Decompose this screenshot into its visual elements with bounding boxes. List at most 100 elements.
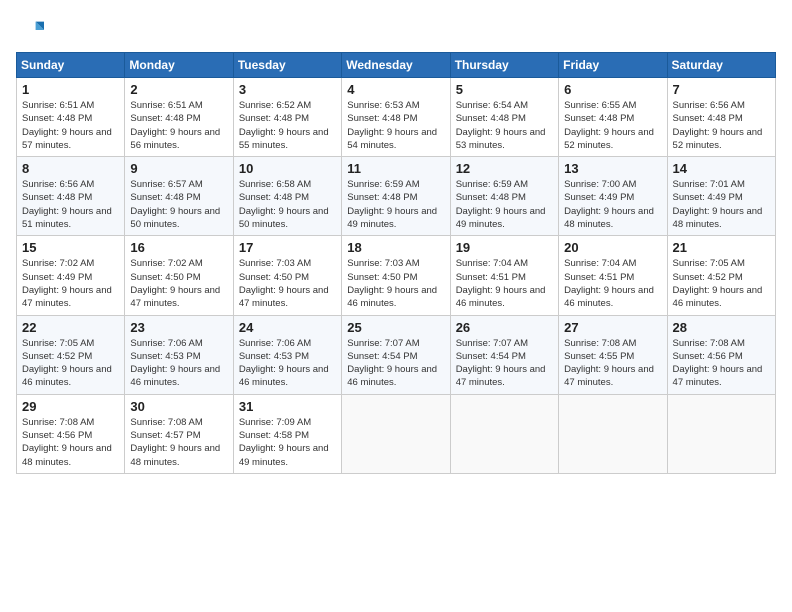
day-info: Sunrise: 6:55 AM Sunset: 4:48 PM Dayligh… — [564, 99, 661, 152]
calendar-cell: 23 Sunrise: 7:06 AM Sunset: 4:53 PM Dayl… — [125, 315, 233, 394]
day-number: 13 — [564, 161, 661, 176]
calendar-cell: 8 Sunrise: 6:56 AM Sunset: 4:48 PM Dayli… — [17, 157, 125, 236]
day-info: Sunrise: 7:02 AM Sunset: 4:49 PM Dayligh… — [22, 257, 119, 310]
day-info: Sunrise: 6:56 AM Sunset: 4:48 PM Dayligh… — [22, 178, 119, 231]
calendar-cell: 27 Sunrise: 7:08 AM Sunset: 4:55 PM Dayl… — [559, 315, 667, 394]
day-info: Sunrise: 7:03 AM Sunset: 4:50 PM Dayligh… — [347, 257, 444, 310]
day-number: 25 — [347, 320, 444, 335]
calendar-cell: 9 Sunrise: 6:57 AM Sunset: 4:48 PM Dayli… — [125, 157, 233, 236]
calendar-cell: 28 Sunrise: 7:08 AM Sunset: 4:56 PM Dayl… — [667, 315, 775, 394]
calendar-cell: 2 Sunrise: 6:51 AM Sunset: 4:48 PM Dayli… — [125, 78, 233, 157]
calendar-cell: 19 Sunrise: 7:04 AM Sunset: 4:51 PM Dayl… — [450, 236, 558, 315]
day-info: Sunrise: 6:51 AM Sunset: 4:48 PM Dayligh… — [130, 99, 227, 152]
day-info: Sunrise: 7:08 AM Sunset: 4:56 PM Dayligh… — [22, 416, 119, 469]
calendar-cell: 22 Sunrise: 7:05 AM Sunset: 4:52 PM Dayl… — [17, 315, 125, 394]
day-number: 10 — [239, 161, 336, 176]
day-info: Sunrise: 6:59 AM Sunset: 4:48 PM Dayligh… — [456, 178, 553, 231]
day-number: 6 — [564, 82, 661, 97]
day-number: 15 — [22, 240, 119, 255]
calendar-cell: 15 Sunrise: 7:02 AM Sunset: 4:49 PM Dayl… — [17, 236, 125, 315]
day-info: Sunrise: 7:07 AM Sunset: 4:54 PM Dayligh… — [456, 337, 553, 390]
day-info: Sunrise: 6:59 AM Sunset: 4:48 PM Dayligh… — [347, 178, 444, 231]
day-info: Sunrise: 7:00 AM Sunset: 4:49 PM Dayligh… — [564, 178, 661, 231]
day-info: Sunrise: 7:02 AM Sunset: 4:50 PM Dayligh… — [130, 257, 227, 310]
day-info: Sunrise: 7:08 AM Sunset: 4:56 PM Dayligh… — [673, 337, 770, 390]
day-number: 23 — [130, 320, 227, 335]
calendar-cell: 29 Sunrise: 7:08 AM Sunset: 4:56 PM Dayl… — [17, 394, 125, 473]
calendar-cell: 3 Sunrise: 6:52 AM Sunset: 4:48 PM Dayli… — [233, 78, 341, 157]
day-number: 17 — [239, 240, 336, 255]
day-info: Sunrise: 7:06 AM Sunset: 4:53 PM Dayligh… — [239, 337, 336, 390]
day-number: 21 — [673, 240, 770, 255]
day-number: 3 — [239, 82, 336, 97]
day-number: 1 — [22, 82, 119, 97]
day-header: Saturday — [667, 53, 775, 78]
day-number: 29 — [22, 399, 119, 414]
day-info: Sunrise: 6:57 AM Sunset: 4:48 PM Dayligh… — [130, 178, 227, 231]
calendar-cell: 18 Sunrise: 7:03 AM Sunset: 4:50 PM Dayl… — [342, 236, 450, 315]
day-info: Sunrise: 6:56 AM Sunset: 4:48 PM Dayligh… — [673, 99, 770, 152]
day-info: Sunrise: 7:05 AM Sunset: 4:52 PM Dayligh… — [673, 257, 770, 310]
day-number: 9 — [130, 161, 227, 176]
day-header: Monday — [125, 53, 233, 78]
calendar-cell — [450, 394, 558, 473]
calendar: SundayMondayTuesdayWednesdayThursdayFrid… — [16, 52, 776, 474]
day-number: 2 — [130, 82, 227, 97]
calendar-cell: 25 Sunrise: 7:07 AM Sunset: 4:54 PM Dayl… — [342, 315, 450, 394]
calendar-cell: 30 Sunrise: 7:08 AM Sunset: 4:57 PM Dayl… — [125, 394, 233, 473]
day-number: 27 — [564, 320, 661, 335]
calendar-cell — [667, 394, 775, 473]
logo — [16, 16, 48, 44]
day-number: 24 — [239, 320, 336, 335]
calendar-cell: 1 Sunrise: 6:51 AM Sunset: 4:48 PM Dayli… — [17, 78, 125, 157]
calendar-cell: 6 Sunrise: 6:55 AM Sunset: 4:48 PM Dayli… — [559, 78, 667, 157]
day-number: 12 — [456, 161, 553, 176]
day-number: 4 — [347, 82, 444, 97]
calendar-cell: 4 Sunrise: 6:53 AM Sunset: 4:48 PM Dayli… — [342, 78, 450, 157]
calendar-cell: 13 Sunrise: 7:00 AM Sunset: 4:49 PM Dayl… — [559, 157, 667, 236]
day-header: Tuesday — [233, 53, 341, 78]
day-number: 14 — [673, 161, 770, 176]
day-number: 19 — [456, 240, 553, 255]
day-info: Sunrise: 6:58 AM Sunset: 4:48 PM Dayligh… — [239, 178, 336, 231]
logo-icon — [16, 16, 44, 44]
day-number: 11 — [347, 161, 444, 176]
calendar-cell — [559, 394, 667, 473]
day-info: Sunrise: 7:04 AM Sunset: 4:51 PM Dayligh… — [564, 257, 661, 310]
day-info: Sunrise: 7:03 AM Sunset: 4:50 PM Dayligh… — [239, 257, 336, 310]
day-info: Sunrise: 7:04 AM Sunset: 4:51 PM Dayligh… — [456, 257, 553, 310]
day-info: Sunrise: 7:05 AM Sunset: 4:52 PM Dayligh… — [22, 337, 119, 390]
calendar-cell: 16 Sunrise: 7:02 AM Sunset: 4:50 PM Dayl… — [125, 236, 233, 315]
day-number: 22 — [22, 320, 119, 335]
calendar-cell: 14 Sunrise: 7:01 AM Sunset: 4:49 PM Dayl… — [667, 157, 775, 236]
day-info: Sunrise: 6:54 AM Sunset: 4:48 PM Dayligh… — [456, 99, 553, 152]
calendar-cell: 20 Sunrise: 7:04 AM Sunset: 4:51 PM Dayl… — [559, 236, 667, 315]
day-info: Sunrise: 6:52 AM Sunset: 4:48 PM Dayligh… — [239, 99, 336, 152]
day-info: Sunrise: 6:51 AM Sunset: 4:48 PM Dayligh… — [22, 99, 119, 152]
calendar-cell: 26 Sunrise: 7:07 AM Sunset: 4:54 PM Dayl… — [450, 315, 558, 394]
day-number: 31 — [239, 399, 336, 414]
day-info: Sunrise: 7:01 AM Sunset: 4:49 PM Dayligh… — [673, 178, 770, 231]
calendar-cell: 21 Sunrise: 7:05 AM Sunset: 4:52 PM Dayl… — [667, 236, 775, 315]
calendar-cell: 5 Sunrise: 6:54 AM Sunset: 4:48 PM Dayli… — [450, 78, 558, 157]
day-info: Sunrise: 7:08 AM Sunset: 4:57 PM Dayligh… — [130, 416, 227, 469]
day-header: Friday — [559, 53, 667, 78]
calendar-cell: 10 Sunrise: 6:58 AM Sunset: 4:48 PM Dayl… — [233, 157, 341, 236]
calendar-cell: 31 Sunrise: 7:09 AM Sunset: 4:58 PM Dayl… — [233, 394, 341, 473]
calendar-cell: 7 Sunrise: 6:56 AM Sunset: 4:48 PM Dayli… — [667, 78, 775, 157]
day-header: Thursday — [450, 53, 558, 78]
calendar-cell — [342, 394, 450, 473]
day-number: 7 — [673, 82, 770, 97]
calendar-cell: 17 Sunrise: 7:03 AM Sunset: 4:50 PM Dayl… — [233, 236, 341, 315]
day-number: 5 — [456, 82, 553, 97]
day-header: Sunday — [17, 53, 125, 78]
day-info: Sunrise: 7:08 AM Sunset: 4:55 PM Dayligh… — [564, 337, 661, 390]
day-number: 18 — [347, 240, 444, 255]
day-info: Sunrise: 6:53 AM Sunset: 4:48 PM Dayligh… — [347, 99, 444, 152]
calendar-cell: 12 Sunrise: 6:59 AM Sunset: 4:48 PM Dayl… — [450, 157, 558, 236]
day-number: 30 — [130, 399, 227, 414]
day-info: Sunrise: 7:06 AM Sunset: 4:53 PM Dayligh… — [130, 337, 227, 390]
day-number: 20 — [564, 240, 661, 255]
day-number: 16 — [130, 240, 227, 255]
day-info: Sunrise: 7:09 AM Sunset: 4:58 PM Dayligh… — [239, 416, 336, 469]
